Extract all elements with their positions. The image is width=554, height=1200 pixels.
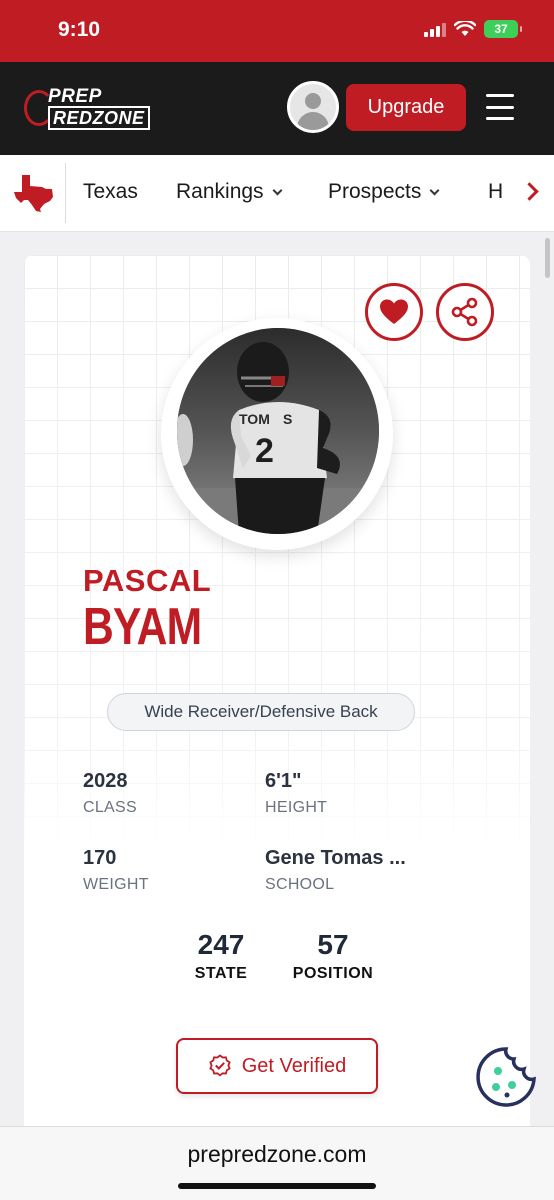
player-first-name: PASCAL [83,563,212,598]
rank-position: 57 POSITION [284,929,382,983]
nav-item-label: Texas [83,180,138,203]
stat-value: 6'1" [265,770,302,792]
nav-item-label: Rankings [176,180,264,203]
browser-url-bar[interactable]: prepredzone.com [0,1126,554,1200]
texas-state-icon[interactable] [12,173,56,213]
get-verified-label: Get Verified [241,1054,347,1077]
player-last-name: BYAM [83,598,202,656]
stat-value: 170 [83,847,117,869]
nav-item-partial[interactable]: H [488,180,503,204]
logo-line2: REDZONE [48,106,150,130]
rank-value: 57 [317,929,349,960]
stat-label: HEIGHT [265,799,328,816]
favorite-button[interactable] [365,283,423,341]
chevron-down-icon [272,185,283,195]
nav-item-rankings[interactable]: Rankings [176,180,283,204]
svg-text:TOM: TOM [239,411,270,427]
rank-label: POSITION [292,965,374,982]
stat-label: WEIGHT [83,876,149,893]
nav-item-label: Prospects [328,180,422,203]
status-time: 9:10 [58,18,101,41]
stat-school: Gene Tomas ... SCHOOL [265,847,406,894]
hamburger-menu-icon[interactable] [486,94,514,120]
share-button[interactable] [436,283,494,341]
rank-state: 247 STATE [186,929,256,983]
page-scrollbar[interactable] [545,238,550,278]
chevron-down-icon [429,185,440,195]
cookie-icon[interactable] [476,1047,536,1107]
verified-badge-icon [209,1054,231,1077]
user-avatar[interactable] [287,81,339,133]
stat-label: CLASS [83,799,137,816]
player-profile-card: TOM S 2 PASCAL BYAM Wide Receiver/Defens… [24,255,530,1135]
nav-item-texas[interactable]: Texas [83,180,138,204]
status-bar: 9:10 37 [0,0,554,62]
stat-height: 6'1" HEIGHT [265,770,327,817]
position-badge: Wide Receiver/Defensive Back [107,693,415,731]
heart-icon [380,299,408,324]
share-icon [451,297,478,327]
nav-item-label: H [488,180,504,203]
avatar-torso [297,112,329,130]
url-text[interactable]: prepredzone.com [0,1141,554,1168]
rank-value: 247 [197,929,245,960]
state-nav-bar: Texas Rankings Prospects H [0,155,554,232]
signal-icon [424,21,446,37]
logo-line1: PREP [48,86,102,107]
player-photo-frame: TOM S 2 [161,318,393,550]
status-icons: 37 [424,20,522,38]
stat-label: SCHOOL [265,876,335,893]
nav-item-prospects[interactable]: Prospects [328,180,440,204]
prep-redzone-logo[interactable]: PREP REDZONE [24,86,156,132]
battery-icon: 37 [484,20,522,38]
app-header: PREP REDZONE Upgrade [0,62,554,155]
jersey-number: 2 [255,432,274,470]
stat-weight: 170 WEIGHT [83,847,149,894]
wifi-icon [454,21,476,36]
avatar-head [305,93,321,109]
player-photo: TOM S 2 [177,328,379,534]
nav-divider [65,163,66,223]
player-photo-illustration: TOM S 2 [177,328,379,534]
get-verified-button[interactable]: Get Verified [176,1038,378,1094]
stat-value: 2028 [83,770,128,792]
upgrade-button[interactable]: Upgrade [346,84,466,131]
battery-level: 37 [494,22,508,36]
rank-label: STATE [194,965,248,982]
stat-class: 2028 CLASS [83,770,137,817]
stat-value: Gene Tomas ... [265,847,406,869]
home-indicator [178,1183,376,1189]
svg-text:S: S [283,411,292,427]
